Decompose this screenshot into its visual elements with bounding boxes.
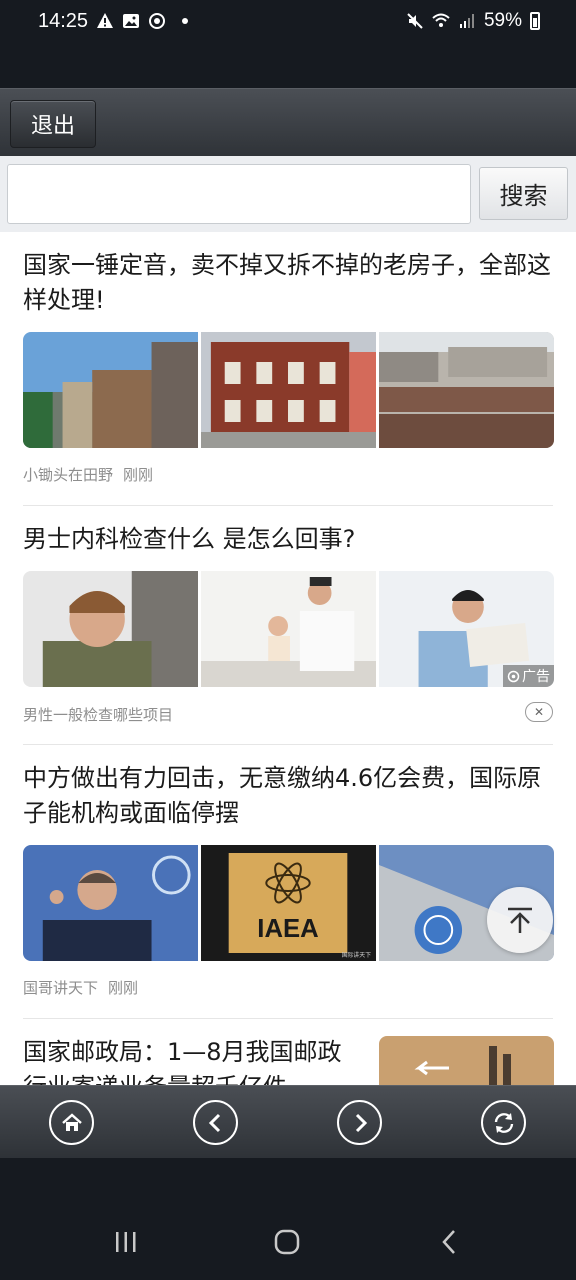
refresh-icon: [494, 1112, 513, 1133]
news-source: 小锄头在田野: [23, 466, 114, 484]
signal-icon: [459, 14, 474, 28]
news-title[interactable]: 中方做出有力回击，无意缴纳4.6亿会费，国际原子能机构或面临停摆: [23, 761, 553, 831]
search-input[interactable]: [7, 164, 471, 224]
chevron-left-icon: [208, 1113, 220, 1132]
back-nav-icon: [442, 1230, 455, 1254]
app-header: 退出: [0, 88, 576, 156]
scroll-to-top-button[interactable]: [487, 887, 553, 953]
home-nav-icon: [274, 1229, 300, 1255]
search-bar: 搜索: [0, 156, 576, 232]
logo-text: IAEA: [257, 915, 318, 943]
ad-badge: 广告: [503, 665, 554, 687]
battery-percent: 59%: [483, 10, 522, 31]
news-source: 国哥讲天下: [23, 979, 99, 997]
warning-icon: [97, 13, 113, 28]
news-thumbnails[interactable]: IAEA 国际讲天下: [23, 845, 554, 961]
news-time: 刚刚: [108, 979, 139, 997]
news-meta: 国哥讲天下 刚刚: [23, 977, 138, 998]
thumbnail-image[interactable]: IAEA 国际讲天下: [201, 845, 376, 961]
chevron-right-icon: [355, 1113, 367, 1132]
status-bar: 14:25 59%: [0, 0, 576, 88]
close-ad-button[interactable]: ✕: [525, 702, 553, 722]
news-title[interactable]: 男士内科检查什么 是怎么回事?: [23, 522, 553, 557]
recent-apps-button[interactable]: [106, 1222, 146, 1262]
thumbnail-image[interactable]: [23, 332, 198, 448]
arrow-up-icon: [508, 907, 532, 933]
news-item[interactable]: 中方做出有力回击，无意缴纳4.6亿会费，国际原子能机构或面临停摆 IAEA 国际…: [0, 745, 576, 1019]
thumbnail-image[interactable]: 广告: [379, 571, 554, 687]
thumbnail-image[interactable]: [379, 332, 554, 448]
thumbnail-image[interactable]: [201, 571, 376, 687]
news-feed[interactable]: 国家一锤定音，卖不掉又拆不掉的老房子，全部这样处理! 小锄头在田野 刚刚 男士内…: [0, 232, 576, 1085]
home-icon: [61, 1112, 82, 1131]
news-thumbnails[interactable]: [23, 332, 554, 448]
bottom-toolbar: [0, 1085, 576, 1158]
back-nav-button[interactable]: [429, 1222, 469, 1262]
dot-icon: [182, 18, 188, 24]
news-item[interactable]: 国家一锤定音，卖不掉又拆不掉的老房子，全部这样处理! 小锄头在田野 刚刚: [0, 232, 576, 506]
search-button[interactable]: 搜索: [479, 167, 568, 220]
mute-icon: [407, 13, 423, 29]
news-meta: 男性一般检查哪些项目: [23, 704, 173, 725]
sync-icon: [149, 13, 165, 29]
recent-apps-icon: [116, 1232, 136, 1252]
wifi-icon: [432, 13, 450, 27]
news-source: 男性一般检查哪些项目: [23, 706, 174, 724]
news-title[interactable]: 国家一锤定音，卖不掉又拆不掉的老房子，全部这样处理!: [23, 248, 553, 318]
system-nav-bar: [0, 1158, 576, 1280]
home-nav-button[interactable]: [267, 1222, 307, 1262]
home-button[interactable]: [49, 1100, 94, 1145]
thumbnail-image[interactable]: [23, 571, 198, 687]
status-time: 14:25: [38, 10, 89, 32]
thumbnail-image[interactable]: [23, 845, 198, 961]
ad-icon: [507, 670, 520, 682]
refresh-button[interactable]: [481, 1100, 526, 1145]
news-time: 刚刚: [123, 466, 154, 484]
image-icon: [123, 14, 139, 28]
thumbnail-image[interactable]: [201, 332, 376, 448]
thumbnail-image[interactable]: [379, 1036, 554, 1085]
news-thumbnails[interactable]: 广告: [23, 571, 554, 687]
news-title[interactable]: 国家邮政局：1—8月我国邮政行业寄递业务量超千亿件: [23, 1035, 363, 1085]
back-button[interactable]: [193, 1100, 238, 1145]
forward-button[interactable]: [337, 1100, 382, 1145]
battery-icon: [530, 12, 540, 30]
ad-item[interactable]: 男士内科检查什么 是怎么回事? 广告 男性一般检查哪些项目 ✕: [0, 506, 576, 745]
watermark: 国际讲天下: [341, 951, 371, 959]
news-item[interactable]: 国家邮政局：1—8月我国邮政行业寄递业务量超千亿件: [0, 1019, 576, 1085]
news-meta: 小锄头在田野 刚刚: [23, 464, 153, 485]
exit-button[interactable]: 退出: [10, 100, 96, 148]
